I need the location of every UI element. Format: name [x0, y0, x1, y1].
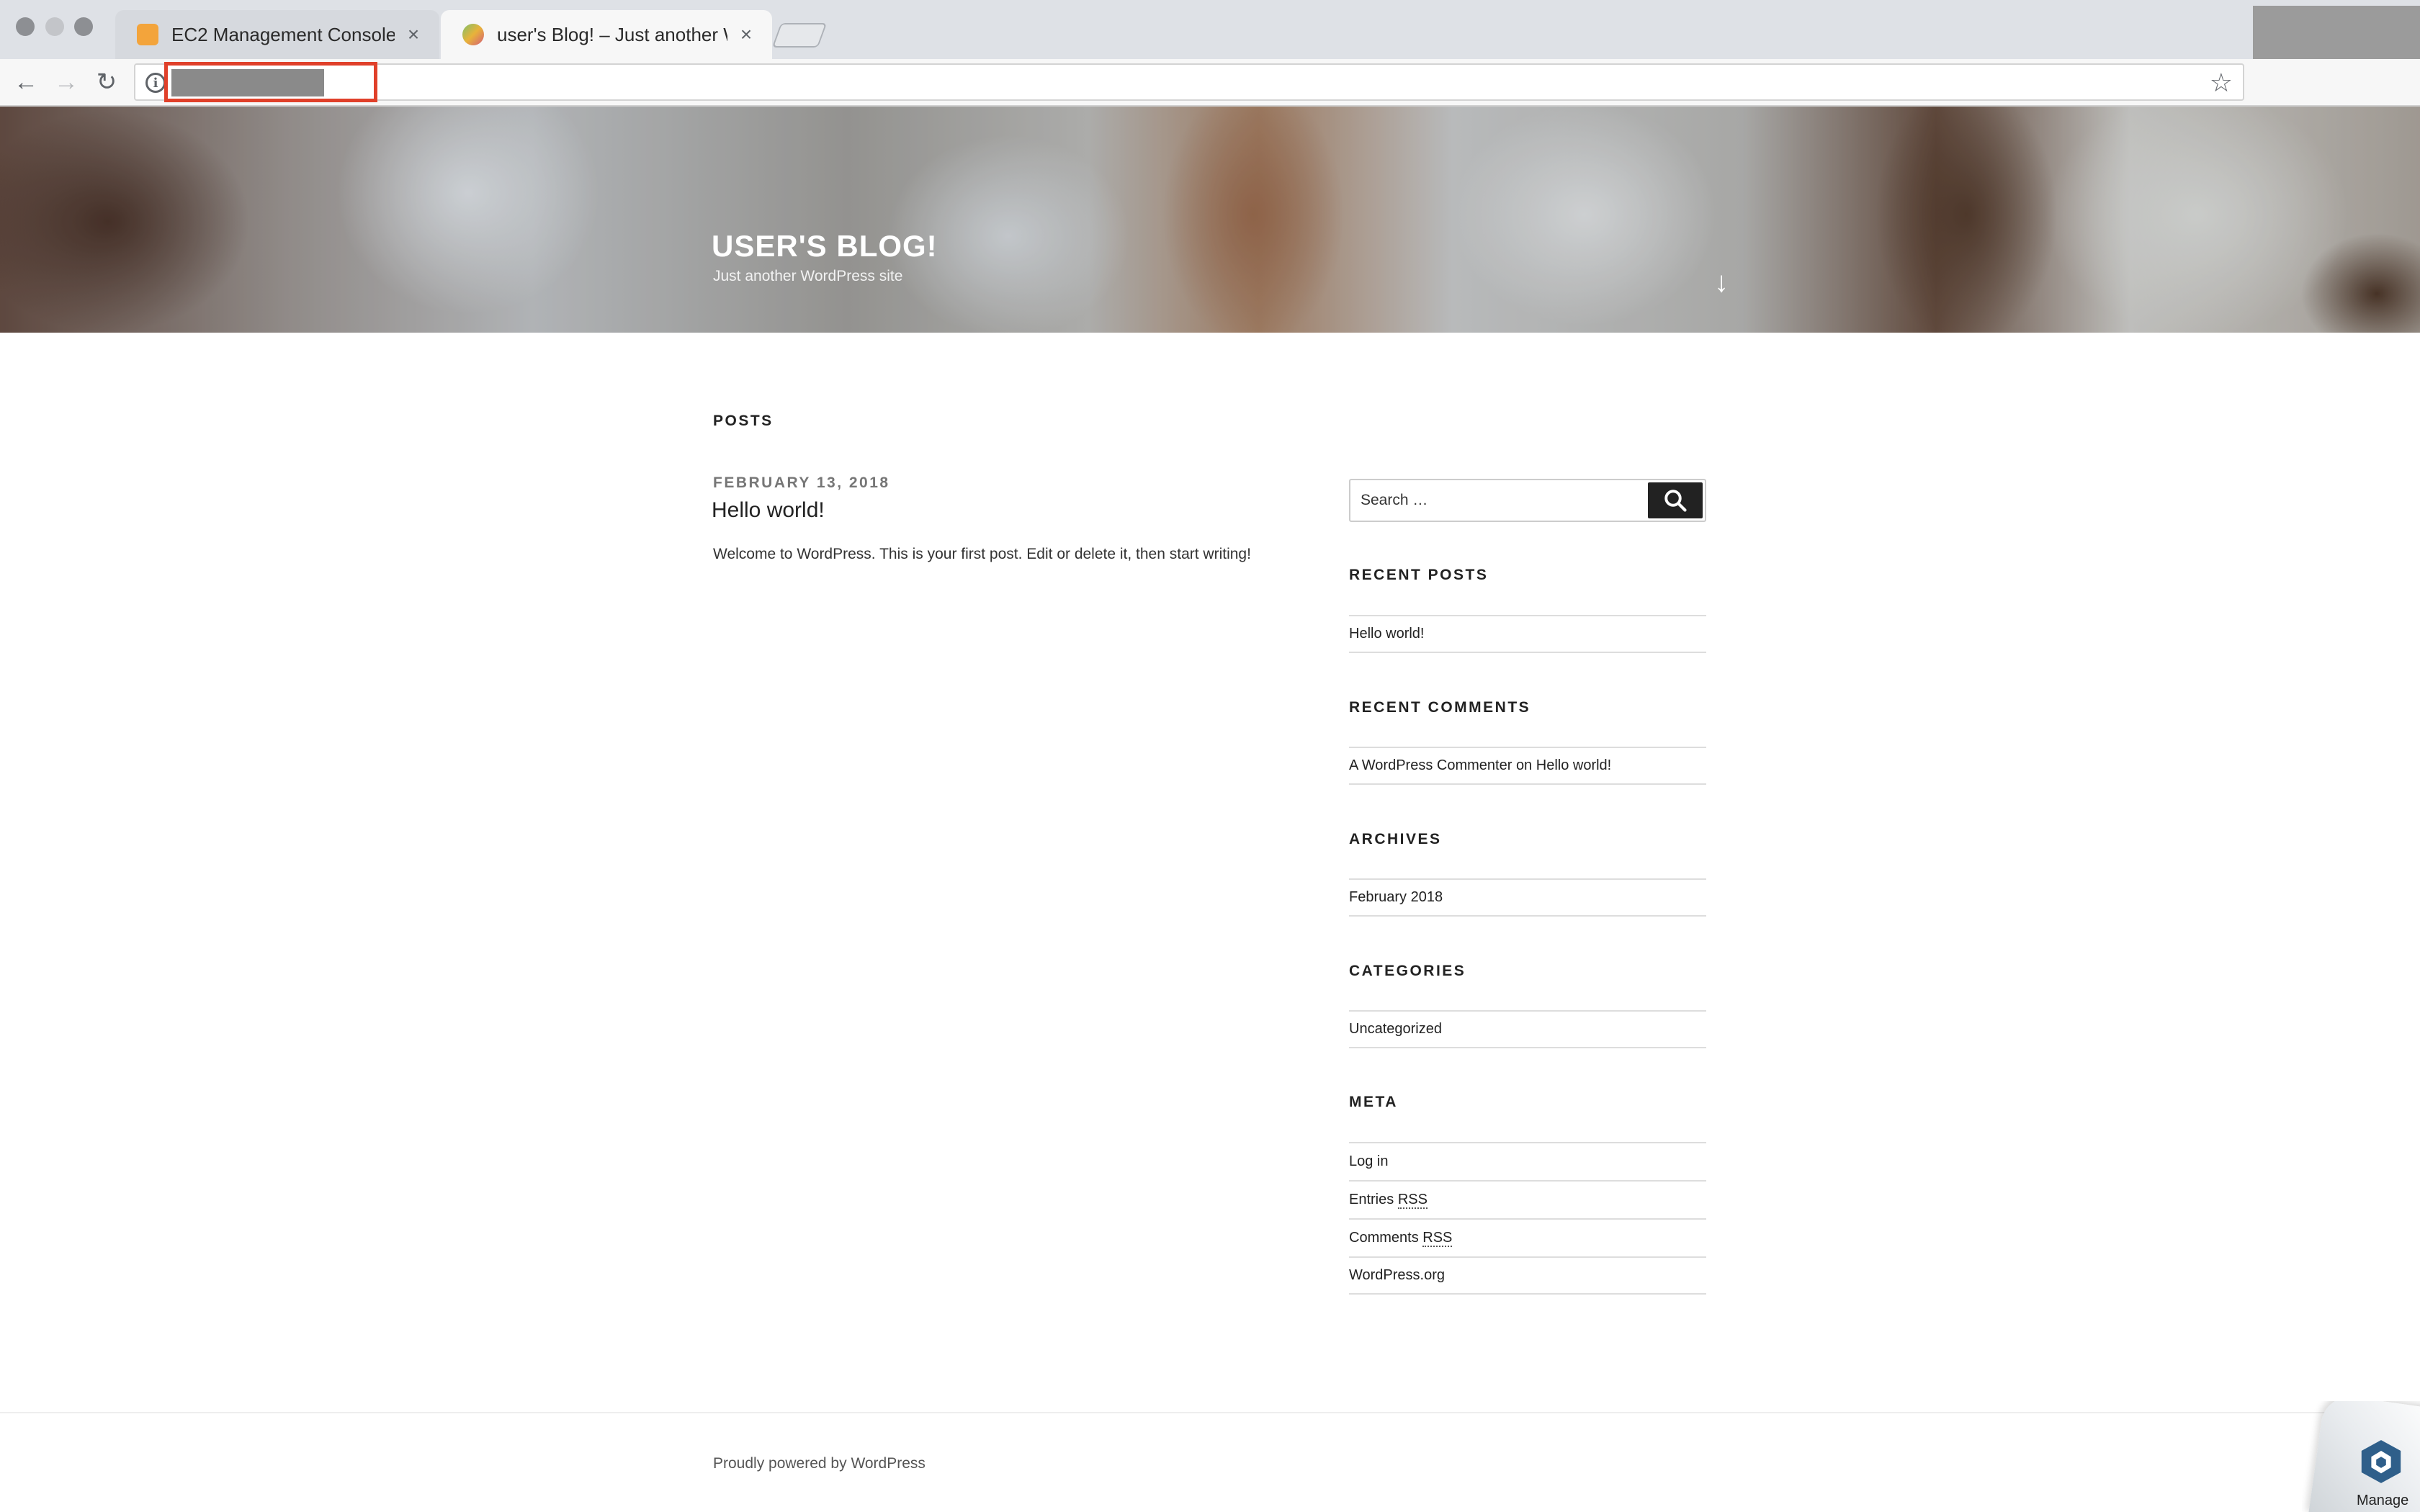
tab-ec2-management-console[interactable]: EC2 Management Console ×	[115, 10, 439, 59]
post-date[interactable]: FEBRUARY 13, 2018	[713, 474, 890, 492]
list-item[interactable]: WordPress.org	[1349, 1256, 1706, 1295]
tab-users-blog[interactable]: user's Blog! – Just another Wo ×	[441, 10, 772, 59]
archives-title: ARCHIVES	[1349, 831, 1442, 847]
wordpress-org-link[interactable]: WordPress.org	[1349, 1267, 1445, 1284]
hexagon-logo-icon	[2361, 1440, 2401, 1483]
new-tab-button[interactable]	[771, 23, 828, 48]
recent-comments-title: RECENT COMMENTS	[1349, 699, 1531, 716]
comment-author-link[interactable]: A WordPress Commenter	[1349, 757, 1512, 774]
archives-list: February 2018	[1349, 878, 1706, 917]
meta-title: META	[1349, 1094, 1398, 1110]
category-link[interactable]: Uncategorized	[1349, 1021, 1442, 1038]
site-description: Just another WordPress site	[713, 268, 903, 284]
recent-comments-list: A WordPress Commenter on Hello world!	[1349, 747, 1706, 785]
tab-title: EC2 Management Console	[171, 23, 395, 45]
tab-title: user's Blog! – Just another Wo	[497, 23, 727, 45]
aws-box-icon	[137, 24, 158, 45]
tab-close-icon[interactable]: ×	[736, 23, 756, 46]
powered-by-link[interactable]: Proudly powered by WordPress	[713, 1455, 926, 1472]
maximize-window-icon[interactable]	[74, 17, 93, 36]
search-form	[1349, 479, 1706, 522]
recent-posts-list: Hello world!	[1349, 615, 1706, 653]
recent-post-link[interactable]: Hello world!	[1349, 626, 1424, 642]
post-excerpt: Welcome to WordPress. This is your first…	[713, 546, 1251, 562]
address-bar[interactable]: i ☆	[134, 62, 2244, 102]
list-item[interactable]: February 2018	[1349, 878, 1706, 917]
recent-posts-title: RECENT POSTS	[1349, 567, 1489, 583]
entries-label: Entries	[1349, 1192, 1394, 1207]
scroll-down-arrow-icon[interactable]: ↓	[1714, 266, 1729, 299]
list-item[interactable]: Uncategorized	[1349, 1010, 1706, 1048]
comments-rss-link[interactable]: Comments RSS	[1349, 1230, 1453, 1247]
categories-title: CATEGORIES	[1349, 963, 1466, 979]
minimize-window-icon[interactable]	[45, 17, 64, 36]
categories-list: Uncategorized	[1349, 1010, 1706, 1048]
redacted-url[interactable]	[171, 69, 324, 96]
header-banner: USER'S BLOG! Just another WordPress site…	[0, 107, 2420, 333]
rss-abbr: RSS	[1422, 1230, 1453, 1247]
search-icon	[1664, 490, 1687, 512]
site-title[interactable]: USER'S BLOG!	[712, 229, 938, 264]
back-arrow-icon[interactable]: ←	[10, 66, 42, 98]
list-item[interactable]: Hello world!	[1349, 615, 1706, 653]
search-button[interactable]	[1648, 482, 1703, 518]
browser-toolbar: ← → ↻ i ☆	[0, 59, 2420, 107]
posts-heading: POSTS	[713, 413, 774, 429]
info-icon[interactable]: i	[145, 73, 166, 93]
close-window-icon[interactable]	[16, 17, 35, 36]
rss-abbr: RSS	[1397, 1192, 1428, 1209]
forward-arrow-icon[interactable]: →	[50, 66, 82, 98]
comment-on-label: on	[1515, 757, 1533, 773]
log-in-link[interactable]: Log in	[1349, 1153, 1389, 1170]
list-item[interactable]: Entries RSS	[1349, 1180, 1706, 1218]
bookmark-star-icon[interactable]: ☆	[2210, 68, 2233, 98]
reload-icon[interactable]: ↻	[91, 66, 122, 98]
footer-divider	[0, 1412, 2420, 1413]
search-input[interactable]	[1350, 480, 1653, 521]
tab-close-icon[interactable]: ×	[403, 23, 424, 46]
entries-rss-link[interactable]: Entries RSS	[1349, 1192, 1428, 1209]
manage-label: Manage	[2357, 1493, 2409, 1508]
list-item: A WordPress Commenter on Hello world!	[1349, 747, 1706, 785]
meta-list: Log in Entries RSS Comments RSS WordPres…	[1349, 1142, 1706, 1295]
archive-link[interactable]: February 2018	[1349, 889, 1443, 906]
comment-post-link[interactable]: Hello world!	[1536, 757, 1611, 774]
list-item[interactable]: Log in	[1349, 1142, 1706, 1180]
post-title[interactable]: Hello world!	[712, 498, 825, 523]
list-item[interactable]: Comments RSS	[1349, 1218, 1706, 1256]
browser-tabstrip: EC2 Management Console × user's Blog! – …	[0, 0, 2420, 59]
wordpress-favicon-icon	[462, 24, 484, 45]
manage-badge[interactable]: Manage	[2302, 1401, 2420, 1512]
comments-label: Comments	[1349, 1230, 1419, 1246]
